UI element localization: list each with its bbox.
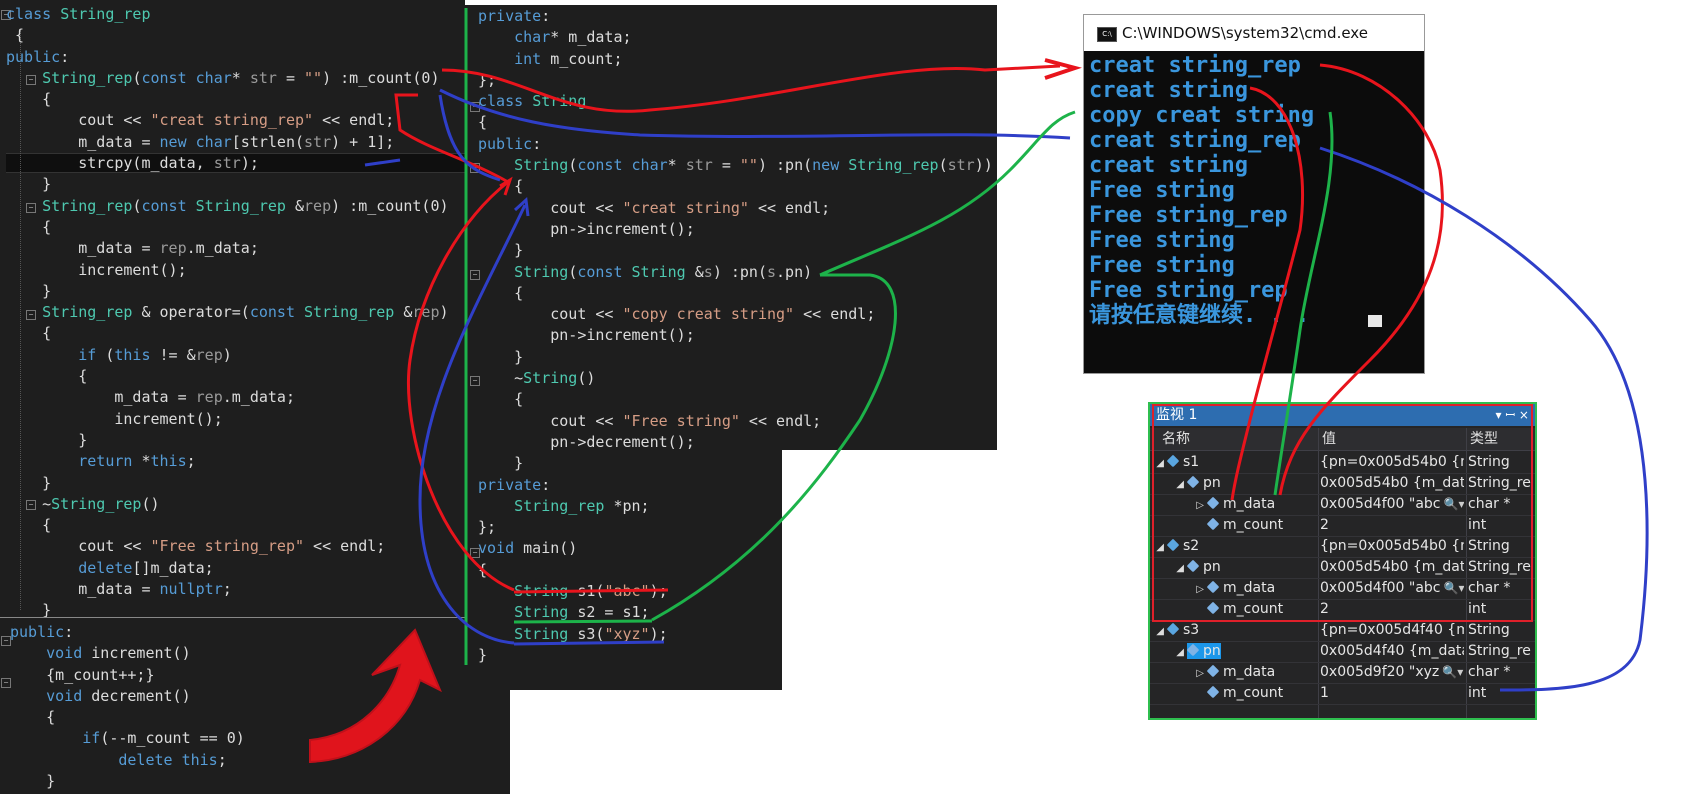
annotation-overlay [309,8,1649,764]
red-underline-s1 [513,588,669,594]
red-arrow-head-console [1044,58,1082,80]
red-console-to-watch-1 [1278,63,1444,496]
big-red-arrow [309,628,442,764]
blue-console-to-watch [1319,146,1649,692]
green-underline-s2 [513,619,653,624]
red-arrow-s1-ctor [407,180,515,592]
red-arrow-to-console [441,64,1061,113]
blue-underline-s3 [513,640,665,646]
green-arrow-s2 [651,273,897,622]
red-console-to-watch-2 [1230,86,1304,501]
blue-arrow-s3 [418,204,527,645]
